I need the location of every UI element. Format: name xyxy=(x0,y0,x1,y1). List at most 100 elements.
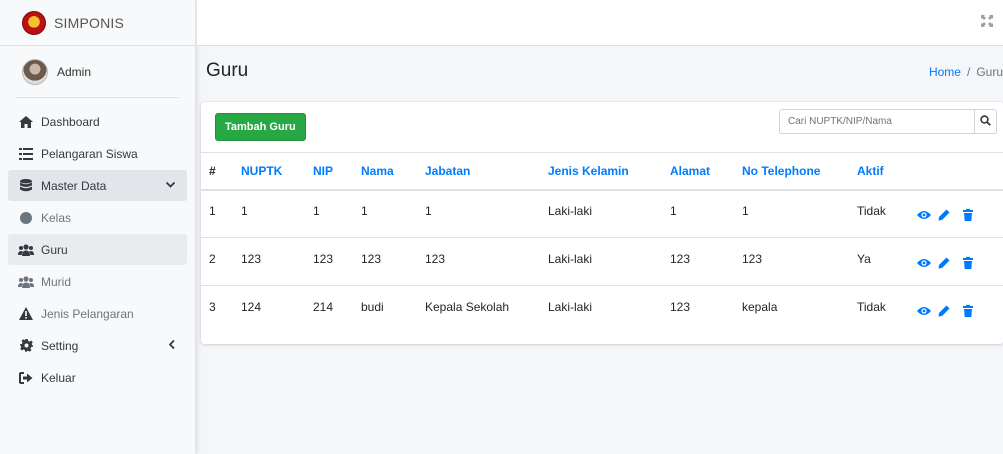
guru-card: Tambah Guru # NUPTK NIP Nama Jabatan Jen… xyxy=(201,102,1003,344)
view-icon[interactable] xyxy=(917,257,931,269)
chevron-left-icon xyxy=(168,339,175,352)
column-header-nuptk[interactable]: NUPTK xyxy=(241,152,313,191)
sidebar-item-dashboard[interactable]: Dashboard xyxy=(8,106,187,137)
sidebar-item-label: Murid xyxy=(41,274,72,289)
column-header-actions xyxy=(917,152,1003,191)
column-header-no-telephone[interactable]: No Telephone xyxy=(742,152,857,191)
cell-nama: 123 xyxy=(361,237,425,286)
sidebar-item-label: Dashboard xyxy=(41,114,100,129)
sidebar-item-pelangaran-siswa[interactable]: Pelangaran Siswa xyxy=(8,138,187,169)
view-icon[interactable] xyxy=(917,209,931,221)
users-icon xyxy=(18,275,34,289)
table-row: 3 124 214 budi Kepala Sekolah Laki-laki … xyxy=(201,286,1003,334)
cell-actions xyxy=(917,189,1003,238)
breadcrumb: Home / Guru xyxy=(929,65,1003,79)
sidebar: SIMPONIS Admin Dashboard Pelangaran Sisw… xyxy=(0,0,196,454)
database-icon xyxy=(18,179,34,193)
cell-jenis-kelamin: Laki-laki xyxy=(548,299,593,314)
breadcrumb-separator: / xyxy=(966,65,971,79)
sidebar-item-murid[interactable]: Murid xyxy=(8,266,187,297)
user-panel[interactable]: Admin xyxy=(16,46,179,98)
cell-aktif: Tidak xyxy=(857,189,917,238)
column-header-aktif[interactable]: Aktif xyxy=(857,152,917,191)
topbar xyxy=(197,0,1003,46)
cell-jabatan: Kepala Sekolah xyxy=(425,299,510,314)
list-icon xyxy=(18,147,34,161)
cell-number: 3 xyxy=(209,299,216,314)
column-header-jabatan[interactable]: Jabatan xyxy=(425,152,548,191)
sidebar-item-guru[interactable]: Guru xyxy=(8,234,187,265)
cell-jenis-kelamin: Laki-laki xyxy=(548,237,670,286)
cell-jenis-kelamin: Laki-laki xyxy=(548,189,670,238)
sidebar-item-label: Kelas xyxy=(41,210,72,225)
cell-actions xyxy=(917,286,1003,334)
sidebar-nav: Dashboard Pelangaran Siswa Master Data K… xyxy=(0,98,195,393)
cell-jabatan: 1 xyxy=(425,189,548,238)
cell-no-telephone: 123 xyxy=(742,237,857,286)
cell-nuptk: 124 xyxy=(241,299,262,314)
delete-icon[interactable] xyxy=(961,208,975,221)
column-header-nama[interactable]: Nama xyxy=(361,152,425,191)
table-header-row: # NUPTK NIP Nama Jabatan Jenis Kelamin A… xyxy=(201,152,1003,191)
circle-icon xyxy=(18,211,34,225)
breadcrumb-home-link[interactable]: Home xyxy=(929,65,961,79)
sidebar-item-setting[interactable]: Setting xyxy=(8,330,187,361)
edit-icon[interactable] xyxy=(937,209,951,221)
column-header-number[interactable]: # xyxy=(201,152,241,191)
sidebar-item-label: Guru xyxy=(41,242,68,257)
sidebar-item-kelas[interactable]: Kelas xyxy=(8,202,187,233)
cell-no-telephone: 1 xyxy=(742,189,857,238)
column-header-alamat[interactable]: Alamat xyxy=(670,152,742,191)
sidebar-item-label: Pelangaran Siswa xyxy=(41,146,138,161)
cell-jabatan: 123 xyxy=(425,237,548,286)
sidebar-item-label: Master Data xyxy=(41,178,107,193)
sidebar-item-jenis-pelangaran[interactable]: Jenis Pelangaran xyxy=(8,298,187,329)
view-icon[interactable] xyxy=(917,305,931,317)
delete-icon[interactable] xyxy=(961,304,975,317)
cell-number: 2 xyxy=(201,237,241,286)
column-header-nip[interactable]: NIP xyxy=(313,152,361,191)
cell-nip: 1 xyxy=(313,189,361,238)
home-icon xyxy=(18,115,34,129)
cell-no-telephone: kepala xyxy=(742,299,778,314)
edit-icon[interactable] xyxy=(937,257,951,269)
cell-nama: 1 xyxy=(361,189,425,238)
cell-nama: budi xyxy=(361,299,384,314)
sidebar-item-label: Jenis Pelangaran xyxy=(41,306,134,321)
sidebar-item-label: Setting xyxy=(41,338,79,353)
cell-aktif: Ya xyxy=(857,237,917,286)
brand-link[interactable]: SIMPONIS xyxy=(0,0,195,46)
fullscreen-icon[interactable] xyxy=(981,15,993,27)
avatar xyxy=(22,58,48,85)
sidebar-item-label: Keluar xyxy=(41,370,76,385)
cell-alamat: 123 xyxy=(670,237,742,286)
search-group xyxy=(779,109,997,134)
cell-nuptk: 123 xyxy=(241,237,313,286)
page-title: Guru xyxy=(206,60,249,81)
add-guru-button[interactable]: Tambah Guru xyxy=(215,113,306,141)
cell-nip: 214 xyxy=(313,299,334,314)
delete-icon[interactable] xyxy=(961,256,975,269)
user-name: Admin xyxy=(57,64,92,79)
cell-nip: 123 xyxy=(313,237,361,286)
column-header-jenis-kelamin[interactable]: Jenis Kelamin xyxy=(548,152,670,191)
cell-alamat: 1 xyxy=(670,189,742,238)
search-input[interactable] xyxy=(779,109,975,134)
sidebar-item-keluar[interactable]: Keluar xyxy=(8,362,187,393)
search-icon xyxy=(980,114,991,129)
cell-number: 1 xyxy=(201,189,241,238)
brand-logo-icon xyxy=(22,10,46,35)
search-button[interactable] xyxy=(975,109,997,134)
chevron-down-icon xyxy=(165,180,176,191)
edit-icon[interactable] xyxy=(937,305,951,317)
cell-aktif: Tidak xyxy=(857,299,886,314)
cell-nuptk: 1 xyxy=(241,189,313,238)
warning-icon xyxy=(18,307,34,321)
guru-table: # NUPTK NIP Nama Jabatan Jenis Kelamin A… xyxy=(201,152,1003,334)
users-icon xyxy=(18,243,34,257)
breadcrumb-current: Guru xyxy=(976,65,1003,79)
table-row: 1 1 1 1 1 Laki-laki 1 1 Tidak xyxy=(201,189,1003,238)
cog-icon xyxy=(18,339,34,353)
cell-alamat: 123 xyxy=(670,299,691,314)
sidebar-item-master-data[interactable]: Master Data xyxy=(8,170,187,201)
